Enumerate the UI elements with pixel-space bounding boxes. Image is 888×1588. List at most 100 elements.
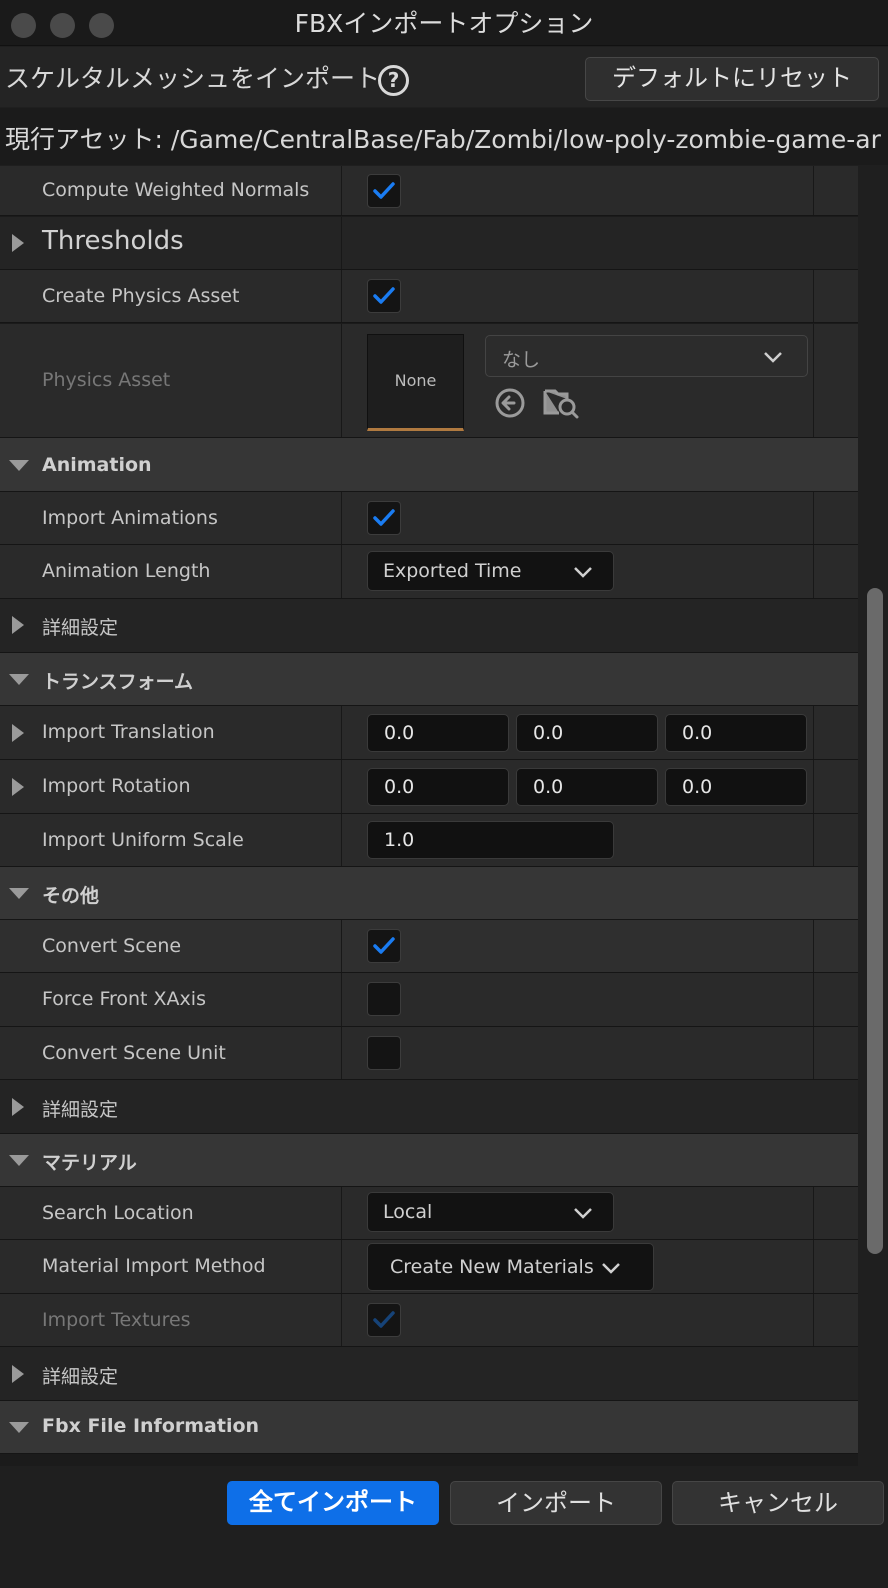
category-fbx-file-information[interactable]: Fbx File Information (0, 1401, 858, 1454)
animation-category-label: Animation (42, 454, 152, 476)
convert-scene-checkbox[interactable] (367, 929, 401, 963)
physics-asset-combo[interactable]: なし (485, 335, 808, 377)
thresholds-label: Thresholds (42, 226, 184, 256)
translation-x-field[interactable]: 0.0 (367, 714, 509, 752)
search-location-combo[interactable]: Local (367, 1192, 614, 1232)
animation-length-label: Animation Length (42, 560, 211, 582)
advanced-settings-label: 詳細設定 (42, 1366, 119, 1388)
misc-category-label: その他 (42, 885, 100, 907)
current-asset-bar: 現行アセット: /Game/CentralBase/Fab/Zombi/low-… (0, 108, 888, 165)
question-circle-icon[interactable]: ? (378, 65, 409, 96)
uniform-scale-field[interactable]: 1.0 (367, 821, 614, 859)
animation-length-value: Exported Time (383, 560, 522, 582)
arrow-left-circle-icon[interactable] (494, 387, 526, 419)
chevron-down-icon (764, 352, 782, 363)
material-category-label: マテリアル (42, 1152, 137, 1174)
animation-length-combo[interactable]: Exported Time (367, 551, 614, 591)
collapse-arrow-icon[interactable] (9, 888, 29, 899)
import-translation-label: Import Translation (42, 721, 215, 743)
row-import-uniform-scale: Import Uniform Scale 1.0 (0, 814, 858, 867)
physics-asset-label: Physics Asset (42, 369, 171, 391)
import-button[interactable]: インポート (450, 1481, 662, 1525)
row-import-translation: Import Translation 0.0 0.0 0.0 (0, 706, 858, 760)
expand-arrow-icon[interactable] (12, 778, 24, 796)
check-icon (373, 1311, 395, 1328)
row-convert-scene: Convert Scene (0, 920, 858, 973)
force-front-xaxis-checkbox[interactable] (367, 982, 401, 1016)
check-icon (373, 937, 395, 954)
check-icon (373, 509, 395, 526)
chevron-down-icon (574, 1208, 592, 1219)
create-physics-asset-label: Create Physics Asset (42, 285, 240, 307)
import-animations-label: Import Animations (42, 507, 218, 529)
category-material[interactable]: マテリアル (0, 1134, 858, 1187)
collapse-arrow-icon[interactable] (9, 1155, 29, 1166)
expand-arrow-icon[interactable] (12, 1365, 24, 1383)
rotation-x-field[interactable]: 0.0 (367, 768, 509, 806)
chevron-down-icon (574, 567, 592, 578)
search-location-value: Local (383, 1201, 433, 1223)
import-textures-label: Import Textures (42, 1309, 191, 1331)
row-import-rotation: Import Rotation 0.0 0.0 0.0 (0, 760, 858, 814)
translation-y-field[interactable]: 0.0 (516, 714, 658, 752)
physics-asset-value: なし (502, 349, 541, 371)
import-all-button[interactable]: 全てインポート (227, 1481, 439, 1525)
search-location-label: Search Location (42, 1202, 194, 1224)
panel-scrollbar[interactable] (867, 588, 883, 1254)
row-animation-length: Animation Length Exported Time (0, 545, 858, 599)
import-title: スケルタルメッシュをインポート (5, 64, 381, 93)
row-advanced-material[interactable]: 詳細設定 (0, 1347, 858, 1401)
expand-arrow-icon[interactable] (12, 1098, 24, 1116)
import-rotation-label: Import Rotation (42, 775, 191, 797)
compute-weighted-normals-checkbox[interactable] (367, 174, 401, 208)
check-icon (373, 182, 395, 199)
convert-scene-unit-checkbox[interactable] (367, 1036, 401, 1070)
row-create-physics-asset: Create Physics Asset (0, 270, 858, 323)
category-animation[interactable]: Animation (0, 438, 858, 492)
row-import-textures: Import Textures (0, 1294, 858, 1347)
row-physics-asset: Physics Asset None なし (0, 324, 858, 438)
fbx-file-information-label: Fbx File Information (42, 1415, 260, 1437)
row-compute-weighted-normals: Compute Weighted Normals (0, 166, 858, 216)
cancel-button[interactable]: キャンセル (672, 1481, 884, 1525)
collapse-arrow-icon[interactable] (9, 674, 29, 685)
row-material-import-method: Material Import Method Create New Materi… (0, 1240, 858, 1294)
row-advanced-misc[interactable]: 詳細設定 (0, 1080, 858, 1134)
import-animations-checkbox[interactable] (367, 501, 401, 535)
current-asset-path: 現行アセット: /Game/CentralBase/Fab/Zombi/low-… (5, 125, 881, 154)
import-textures-checkbox[interactable] (367, 1303, 401, 1337)
rotation-y-field[interactable]: 0.0 (516, 768, 658, 806)
chevron-down-icon (602, 1263, 620, 1274)
transform-category-label: トランスフォーム (42, 671, 194, 693)
physics-asset-thumbnail[interactable]: None (367, 334, 464, 431)
convert-scene-unit-label: Convert Scene Unit (42, 1042, 226, 1064)
import-uniform-scale-label: Import Uniform Scale (42, 829, 244, 851)
translation-z-field[interactable]: 0.0 (665, 714, 807, 752)
material-import-method-combo[interactable]: Create New Materials (367, 1243, 654, 1291)
window-title: FBXインポートオプション (294, 9, 594, 38)
row-convert-scene-unit: Convert Scene Unit (0, 1027, 858, 1080)
row-import-animations: Import Animations (0, 492, 858, 545)
expand-arrow-icon[interactable] (12, 616, 24, 634)
rotation-z-field[interactable]: 0.0 (665, 768, 807, 806)
category-transform[interactable]: トランスフォーム (0, 653, 858, 706)
row-force-front-xaxis: Force Front XAxis (0, 973, 858, 1027)
advanced-settings-label: 詳細設定 (42, 617, 119, 639)
material-import-method-value: Create New Materials (390, 1256, 594, 1278)
force-front-xaxis-label: Force Front XAxis (42, 988, 206, 1010)
thumbnail-none-text: None (394, 371, 437, 390)
create-physics-asset-checkbox[interactable] (367, 279, 401, 313)
material-import-method-label: Material Import Method (42, 1255, 266, 1277)
category-misc[interactable]: その他 (0, 867, 858, 920)
details-panel[interactable]: Compute Weighted Normals Thresholds Crea… (0, 166, 858, 1466)
convert-scene-label: Convert Scene (42, 935, 182, 957)
collapse-arrow-icon[interactable] (9, 460, 29, 471)
expand-arrow-icon[interactable] (12, 724, 24, 742)
reset-to-default-button[interactable]: デフォルトにリセット (585, 57, 879, 101)
row-advanced-animation[interactable]: 詳細設定 (0, 599, 858, 653)
folder-search-icon[interactable] (543, 385, 579, 419)
expand-arrow-icon[interactable] (12, 234, 24, 252)
row-thresholds[interactable]: Thresholds (0, 217, 858, 270)
collapse-arrow-icon[interactable] (9, 1422, 29, 1433)
advanced-settings-label: 詳細設定 (42, 1099, 119, 1121)
